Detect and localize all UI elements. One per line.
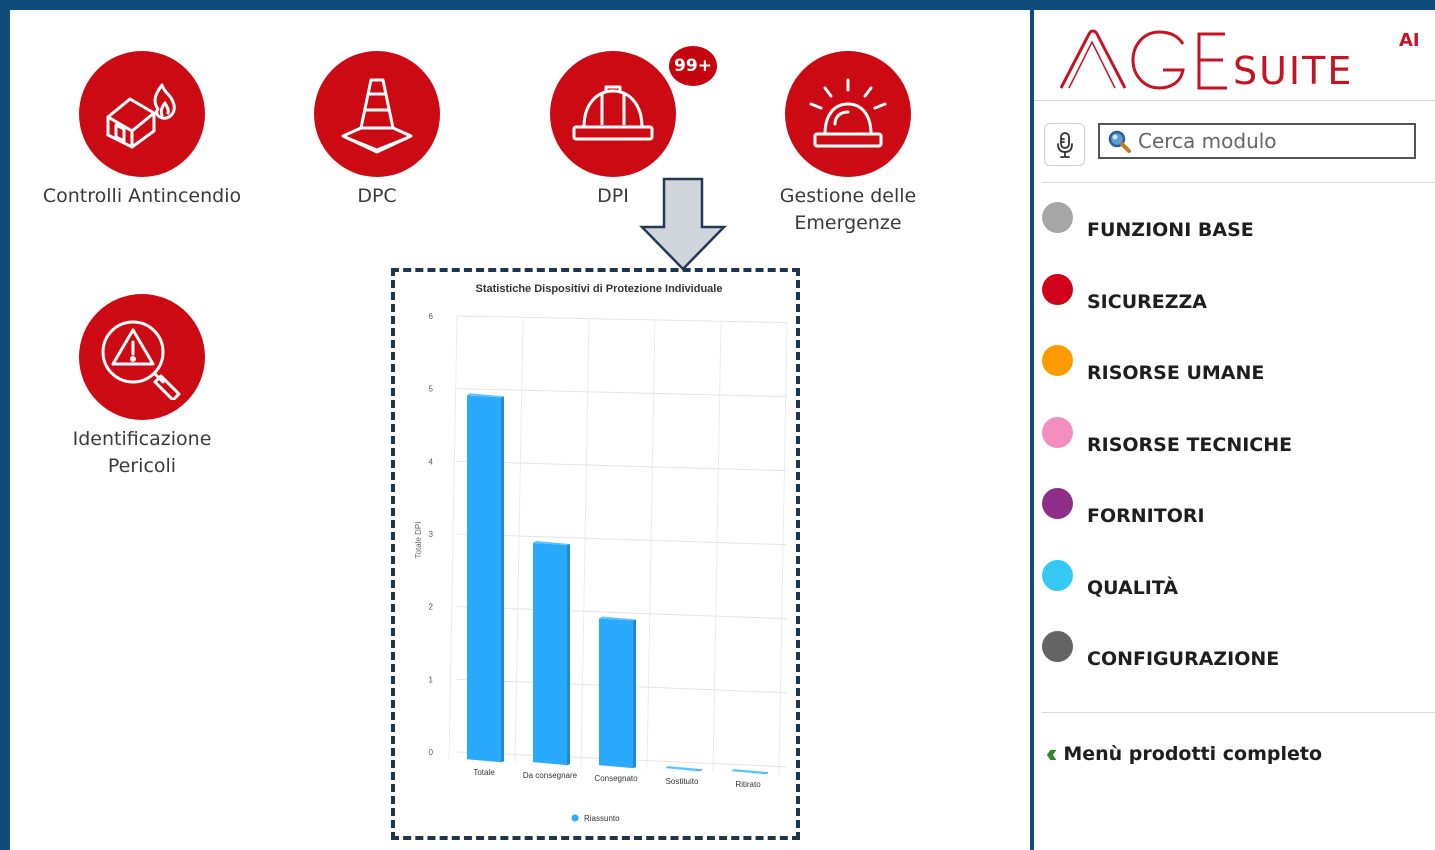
chart-legend: Riassunto xyxy=(571,814,620,823)
x-category-label: Ritirato xyxy=(735,780,761,789)
menu-item-funzioni-base[interactable]: FUNZIONI BASE xyxy=(1042,202,1254,241)
category-color-dot xyxy=(1042,345,1073,376)
divider xyxy=(1042,182,1435,183)
full-product-menu-link[interactable]: ‹‹ Menù prodotti completo xyxy=(1046,738,1322,769)
chart-title: Statistiche Dispositivi di Protezione In… xyxy=(476,283,723,295)
logo-suffix: SUITE xyxy=(1233,49,1353,90)
hazard-search-icon xyxy=(101,320,181,400)
menu-item-label: FORNITORI xyxy=(1087,504,1205,527)
gridline xyxy=(456,533,788,546)
module-gestione-emergenze[interactable]: Gestione delle Emergenze xyxy=(748,51,948,237)
menu-item-qualità[interactable]: QUALITÀ xyxy=(1042,560,1179,599)
menu-item-label: FUNZIONI BASE xyxy=(1087,218,1254,241)
menu-item-configurazione[interactable]: CONFIGURAZIONE xyxy=(1042,631,1280,670)
voice-search-button[interactable] xyxy=(1044,123,1085,166)
bar-side xyxy=(501,396,504,763)
module-label: Gestione delle Emergenze xyxy=(779,185,917,234)
gridline xyxy=(580,318,590,766)
y-tick-label: 5 xyxy=(429,385,434,394)
gridline xyxy=(514,317,524,763)
module-circle[interactable]: 99+ xyxy=(550,46,717,177)
bar-side xyxy=(633,619,636,769)
menu-item-label: QUALITÀ xyxy=(1087,576,1179,599)
down-arrow-icon xyxy=(639,177,727,271)
category-color-dot xyxy=(1042,631,1073,662)
y-tick-label: 1 xyxy=(429,675,434,684)
module-label: DPC xyxy=(357,185,397,207)
bar-totale[interactable] xyxy=(467,393,504,763)
menu-item-label: RISORSE UMANE xyxy=(1087,361,1265,384)
bar-sostituito[interactable] xyxy=(665,766,702,772)
module-circle[interactable] xyxy=(79,51,205,177)
module-label: Controlli Antincendio xyxy=(42,185,242,207)
bar-face xyxy=(533,543,567,766)
chart-frame: Statistiche Dispositivi di Protezione In… xyxy=(391,268,800,840)
search-icon xyxy=(1108,130,1131,153)
bar-da-consegnare[interactable] xyxy=(533,541,570,766)
x-category-label: Da consegnare xyxy=(523,771,578,780)
menu-item-risorse-tecniche[interactable]: RISORSE TECNICHE xyxy=(1042,417,1293,456)
double-chevron-left-icon: ‹‹ xyxy=(1046,738,1058,768)
menu-item-fornitori[interactable]: FORNITORI xyxy=(1042,488,1205,527)
bar-ritirato[interactable] xyxy=(731,769,768,775)
search-input[interactable] xyxy=(1134,128,1414,154)
y-tick-label: 2 xyxy=(429,603,434,612)
alarm-light-icon xyxy=(809,78,887,148)
category-color-dot xyxy=(1042,488,1073,519)
bar-consegnato[interactable] xyxy=(599,616,636,769)
menu-item-label: SICUREZZA xyxy=(1087,290,1207,313)
category-color-dot xyxy=(1042,560,1073,591)
menu-item-label: RISORSE TECNICHE xyxy=(1087,433,1293,456)
menu-item-risorse-umane[interactable]: RISORSE UMANE xyxy=(1042,345,1265,384)
gridline xyxy=(712,321,722,772)
module-dpc[interactable]: DPC xyxy=(277,51,477,210)
module-circle[interactable] xyxy=(79,294,205,420)
module-identificazione-pericoli[interactable]: Identificazione Pericoli xyxy=(42,294,242,480)
category-color-dot xyxy=(1042,274,1073,305)
y-tick-label: 6 xyxy=(429,312,434,321)
category-color-dot xyxy=(1042,202,1073,233)
full-menu-label: Menù prodotti completo xyxy=(1063,742,1323,765)
side-panel: SUITE AI FUNZIONI BASE SICUREZZA RISORSE U… xyxy=(1034,10,1435,850)
x-category-label: Sostituito xyxy=(666,777,699,786)
module-label: Identificazione Pericoli xyxy=(72,428,212,477)
divider xyxy=(1034,100,1435,101)
house-fire-icon xyxy=(106,83,176,149)
bar-face xyxy=(467,395,501,763)
gridline xyxy=(456,388,788,398)
dpi-statistics-chart: Statistiche Dispositivi di Protezione In… xyxy=(414,283,788,823)
legend-label: Riassunto xyxy=(584,814,620,823)
menu-item-label: CONFIGURAZIONE xyxy=(1087,647,1280,670)
hard-hat-icon xyxy=(572,85,654,141)
notification-badge: 99+ xyxy=(669,46,717,86)
age-suite-logo: SUITE AI xyxy=(1059,29,1420,90)
legend-marker xyxy=(571,814,579,822)
gridline xyxy=(646,319,656,769)
bar-face xyxy=(599,618,633,769)
x-category-label: Totale xyxy=(473,768,495,777)
category-color-dot xyxy=(1042,417,1073,448)
menu-item-sicurezza[interactable]: SICUREZZA xyxy=(1042,274,1207,313)
microphone-icon xyxy=(1056,131,1073,158)
logo-superscript: AI xyxy=(1399,30,1420,51)
y-tick-label: 0 xyxy=(429,748,434,757)
gridline xyxy=(448,315,458,761)
gridline xyxy=(456,606,788,620)
divider xyxy=(1042,712,1435,713)
search-field[interactable] xyxy=(1098,123,1416,159)
gridline xyxy=(456,315,788,324)
module-controlli-antincendio[interactable]: Controlli Antincendio xyxy=(42,51,242,210)
y-tick-label: 3 xyxy=(429,530,434,539)
traffic-cone-icon xyxy=(341,78,413,154)
module-circle[interactable] xyxy=(785,51,911,177)
bar-side xyxy=(567,544,570,766)
gridline xyxy=(778,322,788,775)
x-category-label: Consegnato xyxy=(594,774,638,783)
y-axis-title: Totale DPI xyxy=(414,522,423,559)
y-tick-label: 4 xyxy=(429,457,434,466)
gridline xyxy=(456,460,788,472)
module-circle[interactable] xyxy=(314,51,440,177)
